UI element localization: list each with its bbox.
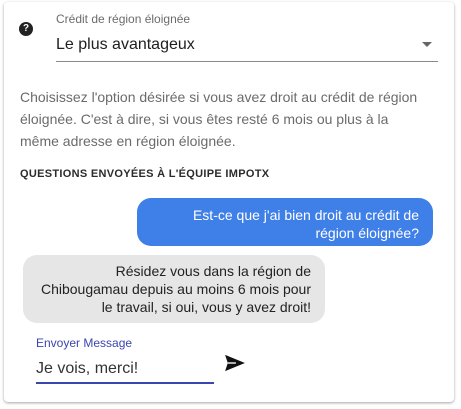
description-text: Choisissez l'option désirée si vous avez… [20,89,418,149]
message-input-label: Envoyer Message [36,336,133,350]
select-underline [56,61,438,62]
message-input[interactable] [36,356,214,384]
chevron-down-icon[interactable] [422,42,432,47]
select-value[interactable]: Le plus avantageux [56,36,195,54]
send-icon[interactable] [224,354,246,372]
section-title: QUESTIONS ENVOYÉES À L'ÉQUIPE IMPOTX [20,168,270,180]
select-label: Crédit de région éloignée [56,12,191,26]
user-message-bubble: Est-ce que j'ai bien droit au crédit de … [137,198,433,246]
question-circle-icon[interactable]: ? [19,22,33,36]
remote-region-credit-card: ? Crédit de région éloignée Le plus avan… [4,2,454,402]
team-message-bubble: Résidez vous dans la région de Chibougam… [23,255,325,323]
